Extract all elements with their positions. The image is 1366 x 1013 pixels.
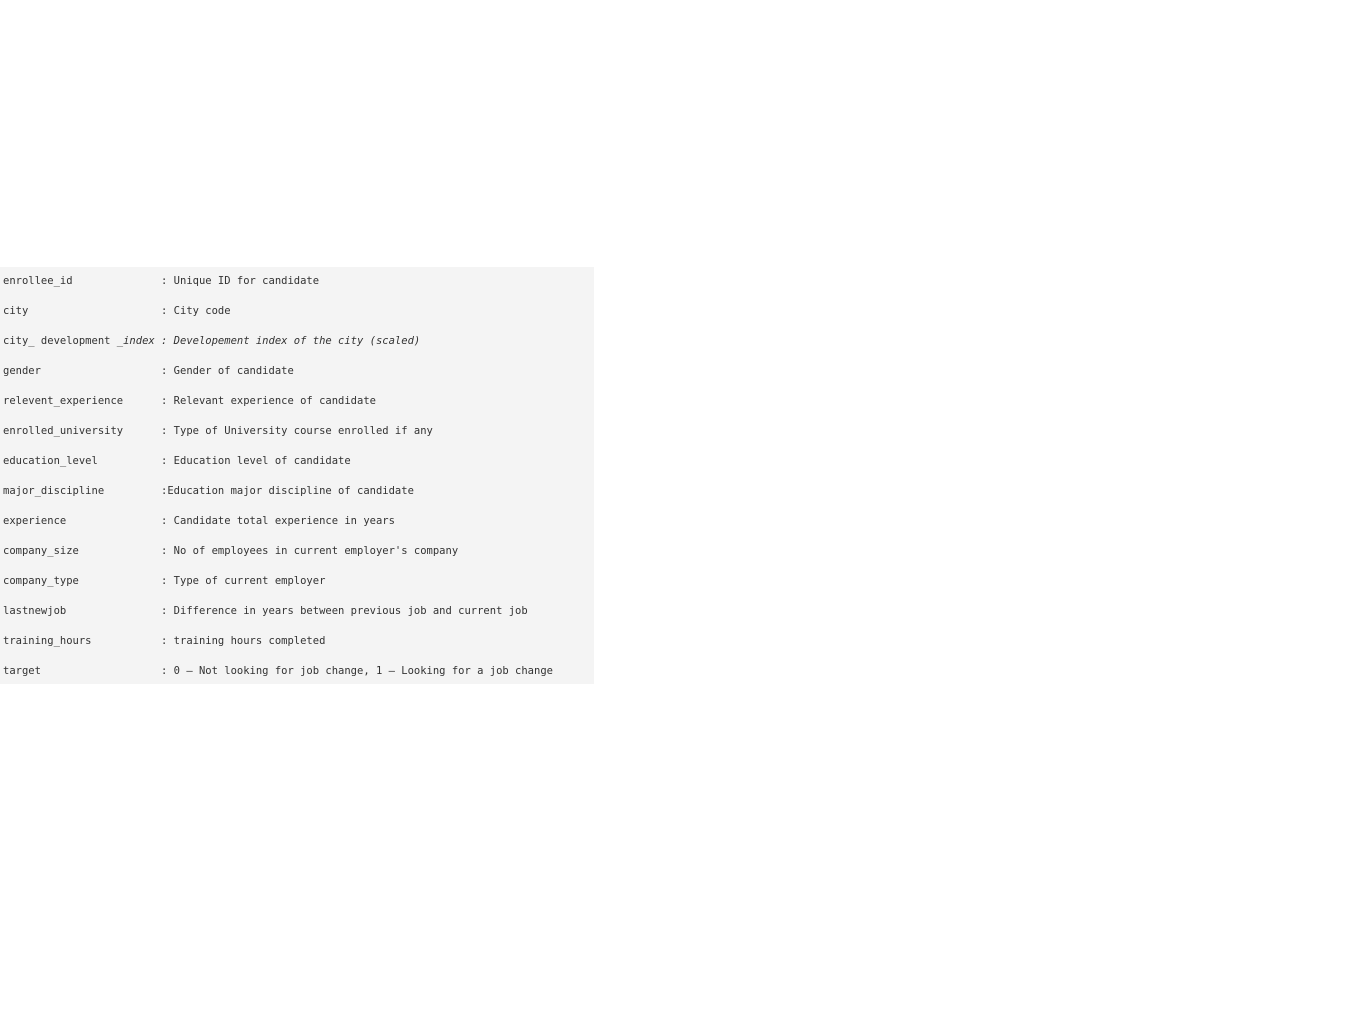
field-lastnewjob: lastnewjob : Difference in years between… [3,605,528,617]
field-target: target : 0 – Not looking for job change,… [3,665,553,677]
field-enrollee-id: enrollee_id : Unique ID for candidate [3,275,320,287]
field-company-type: company_type : Type of current employer [3,575,326,587]
field-city-development-index-name: city_ development _ [3,335,124,347]
field-city-development-index-description: index : Developement index of the city (… [123,335,421,347]
field-gender: gender : Gender of candidate [3,365,294,377]
field-training-hours: training_hours : training hours complete… [3,635,326,647]
data-dictionary-code-block: enrollee_id : Unique ID for candidate ci… [0,267,594,684]
field-enrolled-university: enrolled_university : Type of University… [3,425,433,437]
field-education-level: education_level : Education level of can… [3,455,351,467]
field-experience: experience : Candidate total experience … [3,515,395,527]
field-company-size: company_size : No of employees in curren… [3,545,459,557]
field-city: city : City code [3,305,231,317]
field-relevent-experience: relevent_experience : Relevant experienc… [3,395,376,407]
field-major-discipline: major_discipline :Education major discip… [3,485,414,497]
field-city-development-index: city_ development _index : Developement … [3,334,420,348]
